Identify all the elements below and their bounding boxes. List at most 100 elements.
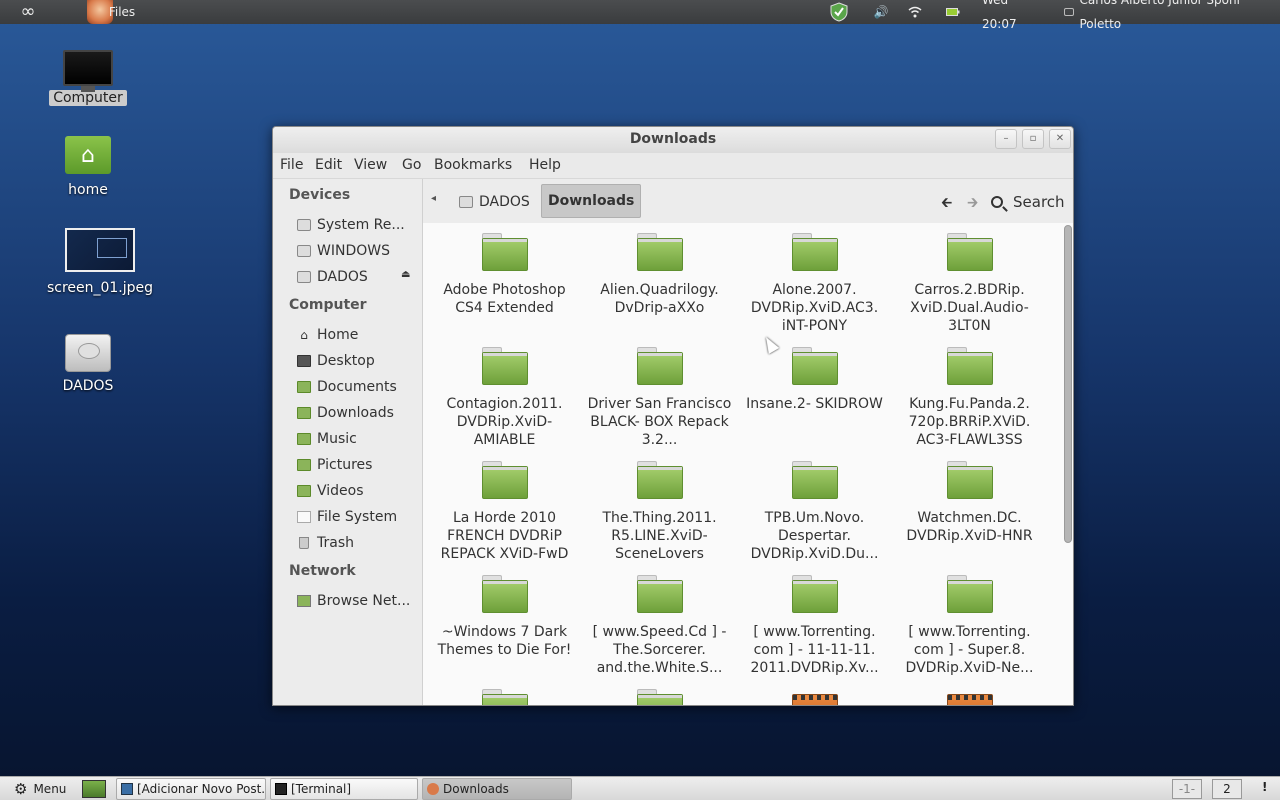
sidebar-item-home[interactable]: ⌂ Home <box>297 324 421 346</box>
file-name: The.Thing.2011. R5.LINE.XviD- SceneLover… <box>602 510 717 562</box>
folder-icon <box>636 689 683 705</box>
file-item-folder[interactable]: [ www.Torrenting. com ] - Super.8. DVDRi… <box>892 575 1047 689</box>
file-item-folder[interactable]: La Horde 2010 FRENCH DVDRiP REPACK XViD-… <box>427 461 582 575</box>
file-item-folder[interactable]: Adobe Photoshop CS4 Extended <box>427 233 582 347</box>
image-thumbnail-icon <box>65 228 135 272</box>
sidebar-item-trash[interactable]: Trash <box>297 532 421 554</box>
file-item-folder[interactable]: The.Thing.2011. R5.LINE.XviD- SceneLover… <box>582 461 737 575</box>
show-desktop-icon[interactable] <box>82 780 106 798</box>
shield-icon[interactable] <box>828 0 850 24</box>
desktop-icon-screenshot[interactable]: screen_01.jpeg <box>38 228 162 296</box>
menubar: File Edit View Go Bookmarks Help <box>273 153 1073 179</box>
videos-folder-icon <box>297 485 311 497</box>
sidebar-item-label: Home <box>317 327 359 343</box>
documents-folder-icon <box>297 381 311 393</box>
folder-icon <box>481 689 528 705</box>
drive-icon <box>297 245 311 257</box>
workspace-2-button[interactable]: 2 <box>1212 779 1242 799</box>
desktop-icon-home[interactable]: ⌂ home <box>48 134 128 198</box>
sidebar-item-desktop[interactable]: Desktop <box>297 350 421 372</box>
files-app-launcher[interactable]: Files <box>76 0 146 24</box>
folder-icon <box>791 347 838 385</box>
wifi-icon[interactable] <box>906 0 924 24</box>
sidebar-item-label: System Re... <box>317 217 405 233</box>
file-item-folder[interactable] <box>582 689 737 705</box>
window-titlebar[interactable]: Downloads – ▫ ✕ <box>273 127 1073 153</box>
sidebar-item-system-reserved[interactable]: System Re... <box>297 214 421 236</box>
folder-icon <box>791 575 838 613</box>
sidebar-heading-network: Network <box>289 563 356 579</box>
menu-label: Menu <box>33 782 67 796</box>
back-arrow-icon[interactable]: 🡰 <box>941 192 952 216</box>
taskbar-task-browser[interactable]: [Adicionar Novo Post... <box>116 778 266 800</box>
computer-icon <box>63 50 113 92</box>
menu-button[interactable]: ⚙ Menu <box>14 779 66 799</box>
menu-file[interactable]: File <box>280 157 303 173</box>
file-item-folder[interactable]: [ www.Torrenting. com ] - 11-11-11. 2011… <box>737 575 892 689</box>
path-segment-dados[interactable]: DADOS <box>453 187 536 217</box>
file-manager-window: Downloads – ▫ ✕ File Edit View Go Bookma… <box>272 126 1074 706</box>
file-item-video[interactable] <box>737 689 892 705</box>
sidebar-item-dados[interactable]: DADOS <box>297 266 397 288</box>
path-segment-downloads[interactable]: Downloads <box>541 184 642 218</box>
infinity-icon[interactable]: ∞ <box>8 0 48 24</box>
path-scroll-left-icon[interactable]: ◂ <box>431 193 436 204</box>
menu-help[interactable]: Help <box>529 157 561 173</box>
taskbar-task-downloads[interactable]: Downloads <box>422 778 572 800</box>
folder-icon <box>791 461 838 499</box>
file-item-folder[interactable]: [ www.Speed.Cd ] - The.Sorcerer. and.the… <box>582 575 737 689</box>
file-item-folder[interactable]: Watchmen.DC. DVDRip.XviD-HNR <box>892 461 1047 575</box>
browser-icon <box>121 783 133 795</box>
forward-arrow-icon[interactable]: 🡲 <box>967 192 978 216</box>
sidebar-item-label: Downloads <box>317 405 394 421</box>
file-item-folder[interactable]: Driver San Francisco BLACK- BOX Repack 3… <box>582 347 737 461</box>
file-name: TPB.Um.Novo. Despertar. DVDRip.XviD.Du..… <box>750 510 879 562</box>
sidebar-item-downloads[interactable]: Downloads <box>297 402 421 424</box>
user-menu[interactable]: Carlos Alberto Junior Spohr Poletto <box>1064 0 1274 31</box>
file-item-folder[interactable]: TPB.Um.Novo. Despertar. DVDRip.XviD.Du..… <box>737 461 892 575</box>
vertical-scrollbar[interactable] <box>1061 223 1073 705</box>
sidebar-item-pictures[interactable]: Pictures <box>297 454 421 476</box>
minimize-button[interactable]: – <box>995 129 1017 149</box>
file-item-folder[interactable]: Insane.2- SKIDROW <box>737 347 892 461</box>
file-item-folder[interactable]: Contagion.2011. DVDRip.XviD- AMIABLE <box>427 347 582 461</box>
file-item-video[interactable] <box>892 689 1047 705</box>
file-item-folder[interactable] <box>427 689 582 705</box>
sidebar-item-music[interactable]: Music <box>297 428 421 450</box>
volume-icon[interactable]: 🔊 <box>872 0 890 24</box>
menu-view[interactable]: View <box>354 157 387 173</box>
folder-icon <box>946 233 993 271</box>
file-item-folder[interactable]: ~Windows 7 Dark Themes to Die For! <box>427 575 582 689</box>
file-item-folder[interactable]: Kung.Fu.Panda.2. 720p.BRRiP.XViD. AC3-FL… <box>892 347 1047 461</box>
scrollbar-thumb[interactable] <box>1064 225 1072 543</box>
desktop-icon-dados[interactable]: DADOS <box>48 332 128 394</box>
menu-bookmarks[interactable]: Bookmarks <box>434 157 512 173</box>
path-bar: ◂ DADOS Downloads 🡰 🡲 Search <box>423 179 1073 223</box>
clock[interactable]: Wed 20:07 <box>982 0 1044 31</box>
maximize-button[interactable]: ▫ <box>1022 129 1044 149</box>
menu-go[interactable]: Go <box>402 157 421 173</box>
file-item-folder[interactable]: Alien.Quadrilogy. DvDrip-aXXo <box>582 233 737 347</box>
menu-edit[interactable]: Edit <box>315 157 342 173</box>
battery-icon[interactable] <box>944 0 962 24</box>
eject-icon[interactable]: ⏏ <box>401 269 410 280</box>
desktop-icon-computer[interactable]: Computer <box>48 48 128 106</box>
notification-alert-icon[interactable]: ! <box>1262 780 1267 794</box>
file-item-folder[interactable]: Carros.2.BDRip. XviD.Dual.Audio- 3LT0N <box>892 233 1047 347</box>
folder-icon <box>481 575 528 613</box>
sidebar-item-browse-network[interactable]: Browse Net... <box>297 590 421 612</box>
sidebar-item-label: Pictures <box>317 457 373 473</box>
file-item-folder[interactable]: Alone.2007. DVDRip.XviD.AC3. iNT-PONY <box>737 233 892 347</box>
close-button[interactable]: ✕ <box>1049 129 1071 149</box>
workspace-1-button[interactable]: -1- <box>1172 779 1202 799</box>
file-name: Contagion.2011. DVDRip.XviD- AMIABLE <box>446 396 563 448</box>
folder-icon <box>636 233 683 271</box>
sidebar-item-windows[interactable]: WINDOWS <box>297 240 421 262</box>
sidebar-item-videos[interactable]: Videos <box>297 480 421 502</box>
search-icon <box>991 196 1003 208</box>
folder-icon <box>481 347 528 385</box>
taskbar-task-terminal[interactable]: [Terminal] <box>270 778 418 800</box>
sidebar-item-file-system[interactable]: File System <box>297 506 421 528</box>
search-button[interactable]: Search <box>991 187 1065 217</box>
sidebar-item-documents[interactable]: Documents <box>297 376 421 398</box>
